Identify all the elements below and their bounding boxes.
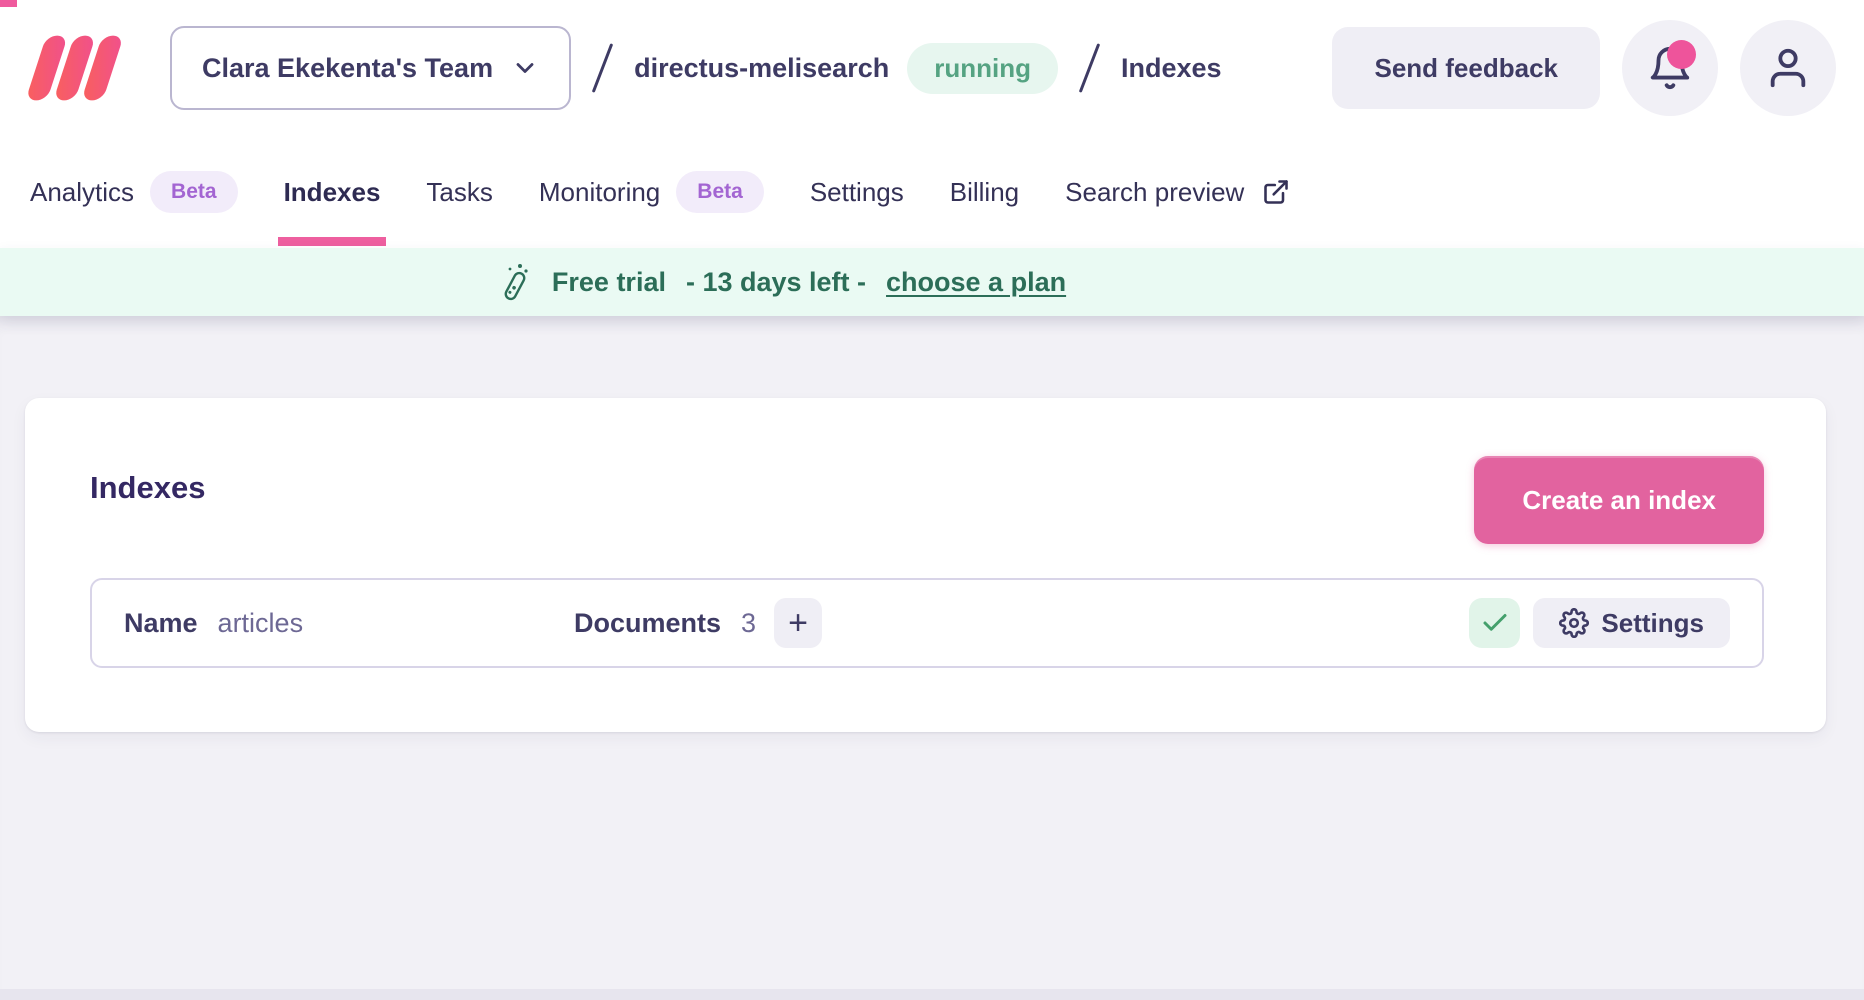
team-selector-label: Clara Ekekenta's Team (202, 53, 493, 84)
settings-button-label: Settings (1601, 608, 1704, 639)
beta-badge: Beta (150, 171, 238, 213)
status-badge: running (907, 43, 1058, 94)
app-header: Clara Ekekenta's Team directus-melisearc… (0, 0, 1864, 136)
user-icon (1765, 45, 1811, 91)
main-content: Indexes Create an index Name articles Do… (0, 316, 1864, 1000)
bottom-edge (0, 989, 1864, 1000)
team-selector[interactable]: Clara Ekekenta's Team (170, 26, 571, 110)
tab-search-preview[interactable]: Search preview (1065, 136, 1290, 248)
gear-icon (1559, 608, 1589, 638)
test-tube-icon (498, 262, 532, 302)
plus-icon: + (788, 606, 808, 640)
meilisearch-logo[interactable] (24, 32, 136, 104)
index-settings-button[interactable]: Settings (1533, 598, 1730, 648)
tab-billing[interactable]: Billing (950, 136, 1019, 248)
documents-count: 3 (741, 608, 756, 639)
send-feedback-button[interactable]: Send feedback (1332, 27, 1600, 109)
tab-monitoring[interactable]: Monitoring Beta (539, 136, 764, 248)
breadcrumb-separator (1079, 43, 1100, 93)
notifications-button[interactable] (1622, 20, 1718, 116)
trial-days-left: - 13 days left - (686, 267, 866, 298)
tab-analytics[interactable]: Analytics Beta (30, 136, 238, 248)
index-name-label: Name (124, 608, 198, 639)
free-trial-banner: Free trial - 13 days left - choose a pla… (0, 248, 1864, 316)
breadcrumb-separator (592, 43, 613, 93)
tab-label: Billing (950, 177, 1019, 208)
account-button[interactable] (1740, 20, 1836, 116)
chevron-down-icon (511, 54, 539, 82)
check-icon (1480, 608, 1510, 638)
page-title: Indexes (90, 456, 205, 506)
project-navbar: Analytics Beta Indexes Tasks Monitoring … (0, 136, 1864, 248)
add-documents-button[interactable]: + (774, 598, 822, 648)
tab-settings[interactable]: Settings (810, 136, 904, 248)
index-row: Name articles Documents 3 + Settings (90, 578, 1764, 668)
tab-label: Monitoring (539, 177, 660, 208)
tab-label: Indexes (284, 177, 381, 208)
create-index-button[interactable]: Create an index (1474, 456, 1764, 544)
notification-dot (1667, 40, 1696, 69)
breadcrumb-page: Indexes (1121, 53, 1222, 84)
tab-label: Tasks (426, 177, 492, 208)
trial-title: Free trial (552, 267, 666, 298)
breadcrumb-project[interactable]: directus-melisearch (634, 53, 889, 84)
documents-label: Documents (574, 608, 721, 639)
tab-label: Search preview (1065, 177, 1244, 208)
index-name-value: articles (218, 608, 304, 639)
tab-label: Analytics (30, 177, 134, 208)
indexes-card: Indexes Create an index Name articles Do… (25, 398, 1826, 732)
index-status-badge (1469, 598, 1520, 648)
beta-badge: Beta (676, 171, 764, 213)
choose-plan-link[interactable]: choose a plan (886, 267, 1066, 298)
tab-indexes[interactable]: Indexes (284, 136, 381, 248)
external-link-icon (1262, 178, 1290, 206)
page-load-indicator (0, 0, 17, 7)
tab-tasks[interactable]: Tasks (426, 136, 492, 248)
tab-label: Settings (810, 177, 904, 208)
